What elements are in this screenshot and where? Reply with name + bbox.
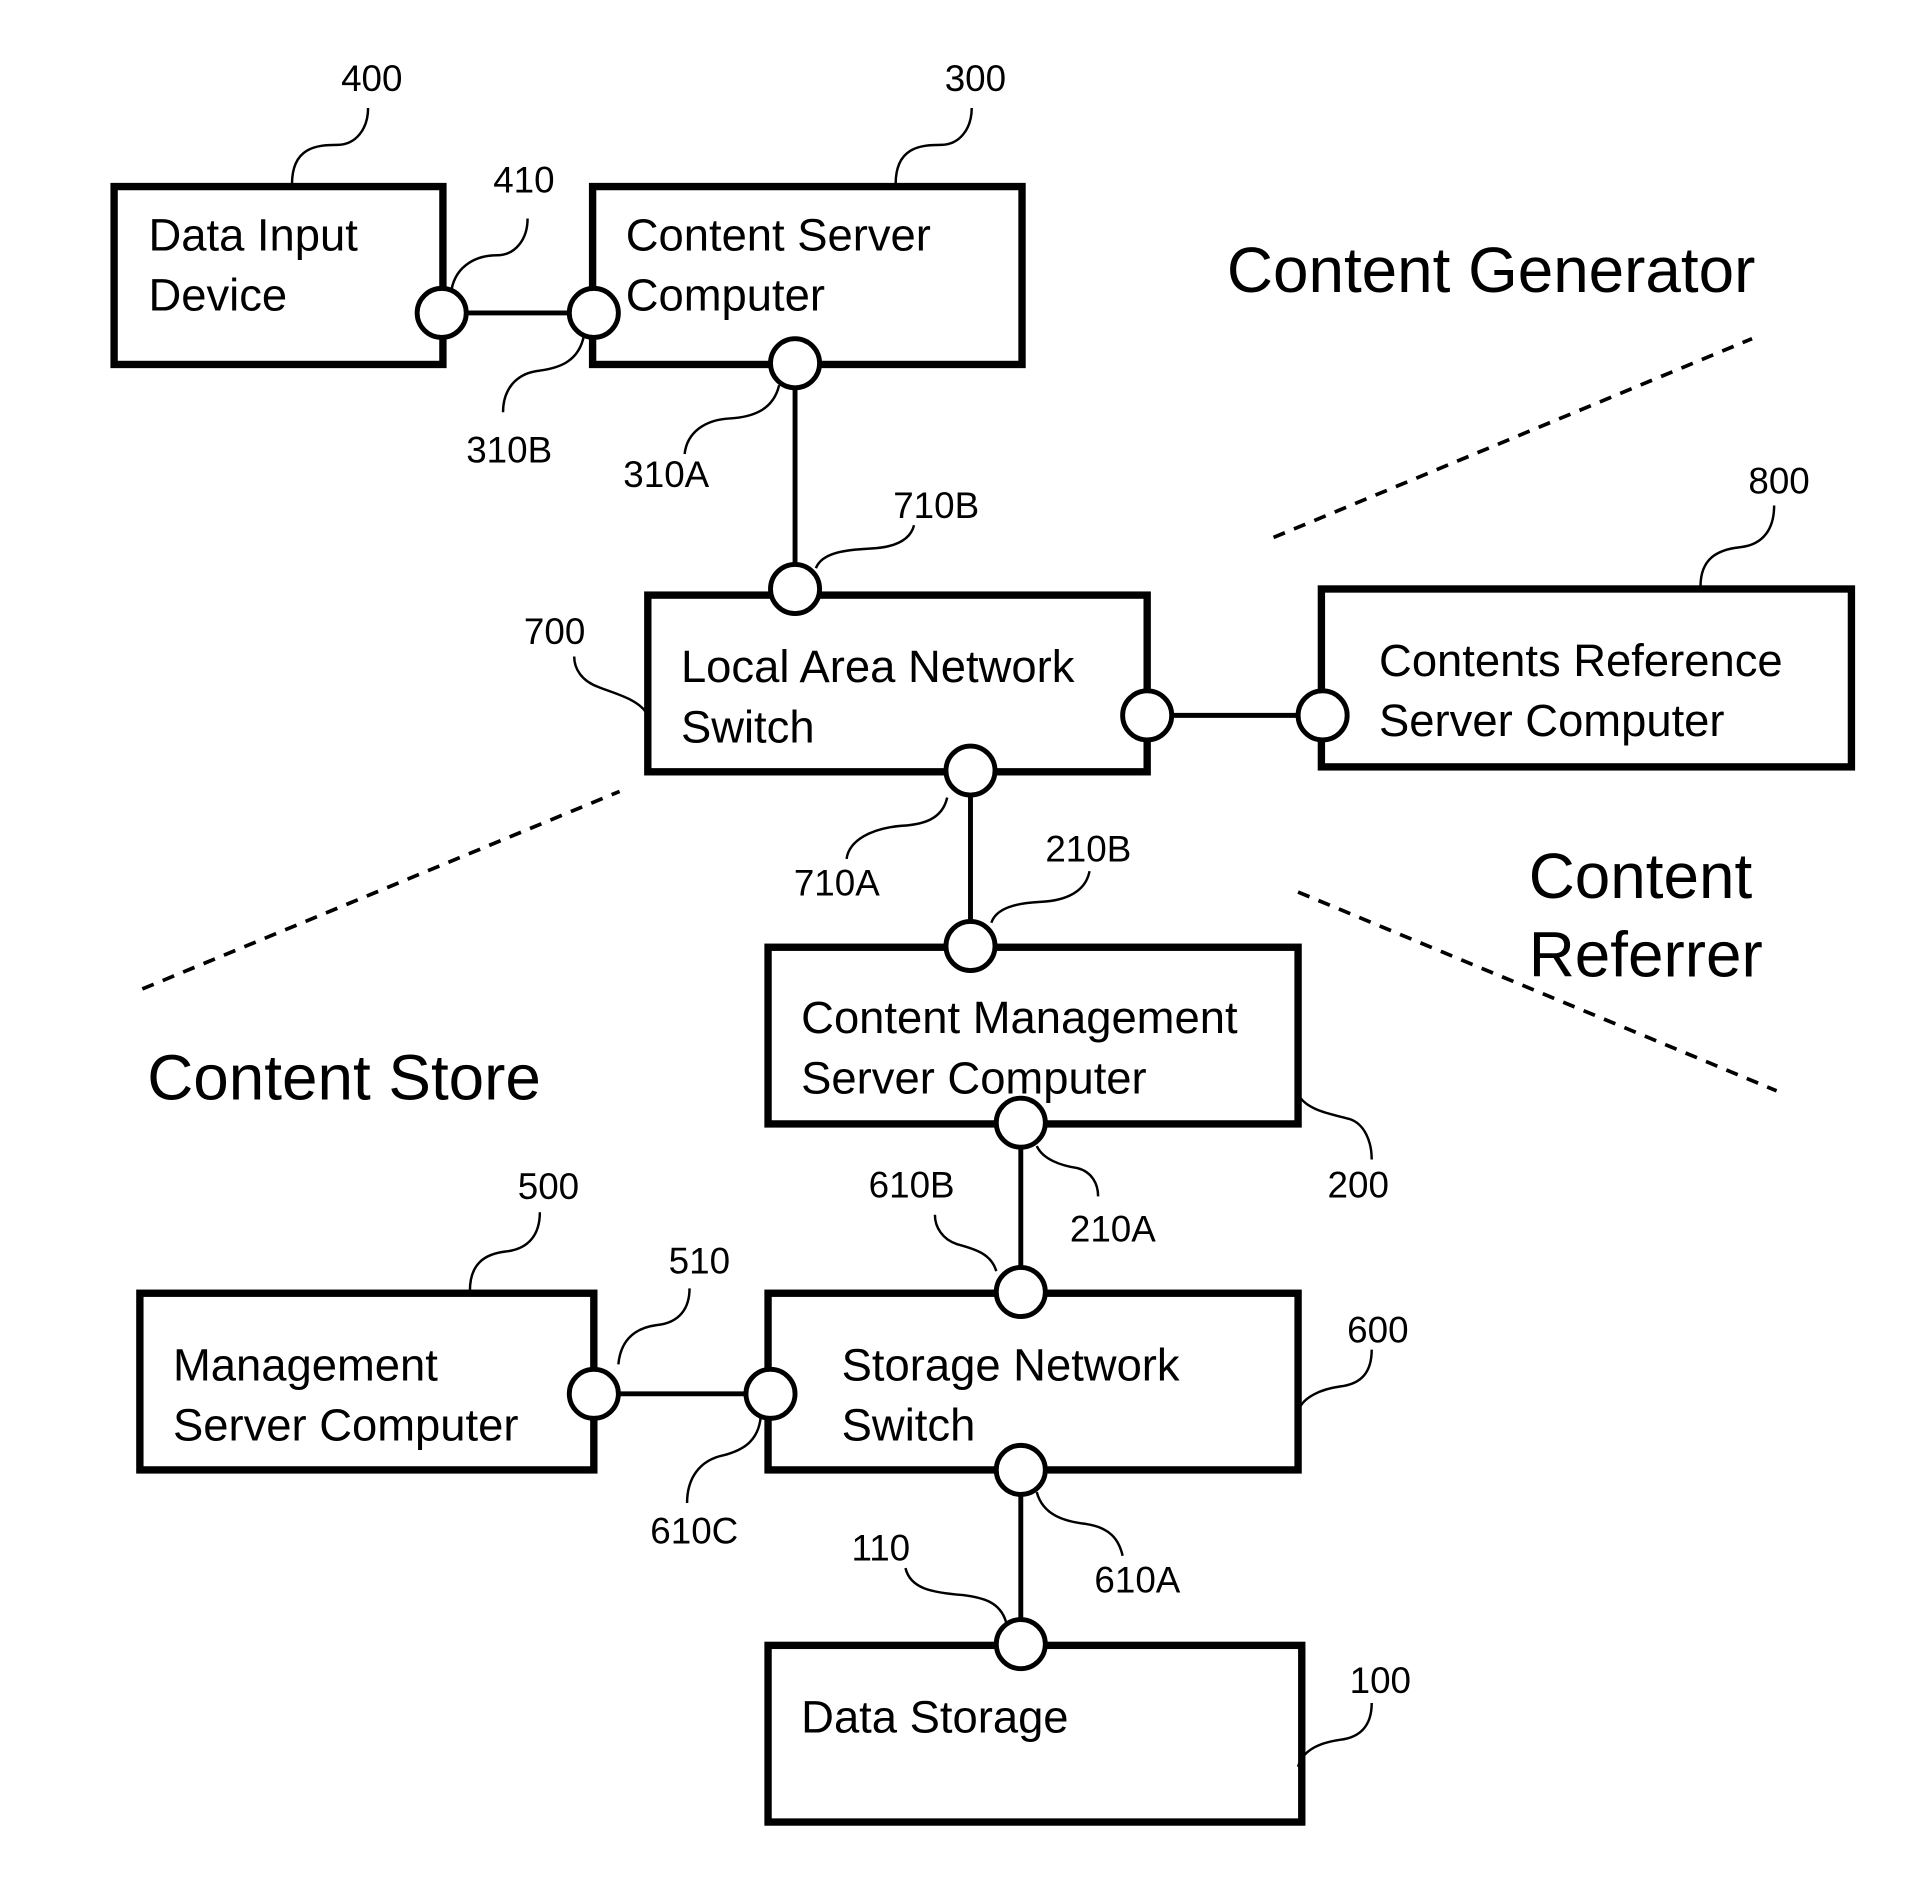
box-label-line1: Management [173, 1339, 438, 1390]
box-label-line1: Storage Network [842, 1339, 1180, 1390]
box-contents-reference-server: Contents Reference Server Computer [1317, 585, 1856, 771]
leader-200 [1297, 1093, 1373, 1160]
box-label-line1: Data Input [148, 209, 358, 260]
box-data-storage: Data Storage [764, 1641, 1306, 1826]
region-label-content-referrer-line2: Referrer [1529, 919, 1763, 991]
leader-510 [617, 1288, 691, 1365]
network-diagram: Content Generator Content Referrer Conte… [110, 58, 1856, 1826]
ref-310A: 310A [623, 454, 709, 495]
port-310A [768, 336, 823, 391]
ref-200: 200 [1328, 1165, 1389, 1206]
region-label-content-referrer-line1: Content [1529, 840, 1753, 912]
ref-100: 100 [1350, 1660, 1411, 1701]
port-210B [943, 919, 998, 974]
leader-300 [894, 108, 973, 185]
box-label-line2: Computer [626, 269, 825, 320]
box-label-line1: Data Storage [801, 1691, 1068, 1742]
port-710B [768, 561, 823, 616]
ref-610A: 610A [1094, 1560, 1180, 1601]
ref-310B: 310B [466, 430, 552, 471]
leader-110 [904, 1567, 1008, 1623]
ref-610C: 610C [650, 1511, 738, 1552]
box-label-line2: Server Computer [173, 1399, 518, 1450]
leader-310B [501, 334, 586, 413]
ref-210B: 210B [1045, 828, 1131, 869]
leader-610A [1035, 1491, 1124, 1557]
box-storage-network-switch: Storage Network Switch [764, 1289, 1302, 1474]
ref-400: 400 [341, 58, 402, 99]
box-label-line2: Server Computer [1379, 695, 1724, 746]
ref-300: 300 [945, 58, 1006, 99]
leader-210B [990, 870, 1091, 924]
box-label-line1: Contents Reference [1379, 635, 1783, 686]
port-610A [993, 1442, 1048, 1497]
ref-610B: 610B [869, 1165, 955, 1206]
port-210A [993, 1095, 1048, 1150]
port-410 [414, 285, 469, 340]
box-label-line2: Server Computer [801, 1052, 1146, 1103]
leader-600 [1296, 1349, 1373, 1412]
ref-710B: 710B [893, 485, 979, 526]
box-lan-switch: Local Area Network Switch [644, 591, 1151, 776]
leader-500 [468, 1212, 542, 1291]
port-610B [993, 1265, 1048, 1320]
leader-100 [1296, 1703, 1373, 1768]
leader-700 [572, 656, 649, 716]
leader-710B [814, 524, 916, 569]
region-label-content-store: Content Store [147, 1041, 541, 1113]
region-label-content-generator: Content Generator [1227, 234, 1755, 306]
leader-210A [1035, 1145, 1100, 1197]
ref-700: 700 [524, 611, 585, 652]
ref-210A: 210A [1070, 1209, 1156, 1250]
port-800-left [1295, 688, 1350, 743]
port-lan-right [1120, 688, 1175, 743]
box-label-line2: Device [148, 269, 287, 320]
leader-410 [450, 218, 529, 290]
box-data-input-device: Data Input Device [110, 182, 447, 369]
divider-generator-store [141, 789, 621, 991]
ref-110: 110 [851, 1528, 910, 1569]
leader-800 [1699, 505, 1776, 587]
ref-410: 410 [493, 160, 554, 201]
port-310B [566, 285, 621, 340]
port-110 [993, 1617, 1048, 1672]
box-label-line2: Switch [681, 701, 815, 752]
port-510 [566, 1366, 621, 1421]
box-content-management-server: Content Management Server Computer [764, 943, 1302, 1128]
ref-800: 800 [1748, 460, 1809, 501]
leader-400 [290, 108, 370, 185]
box-label-line1: Content Management [801, 992, 1238, 1043]
leader-710A [845, 797, 949, 860]
leader-610C [685, 1417, 762, 1504]
ref-600: 600 [1347, 1309, 1408, 1350]
box-management-server: Management Server Computer [136, 1289, 598, 1474]
ref-500: 500 [518, 1166, 579, 1207]
port-710A [943, 743, 998, 798]
divider-generator-referrer [1272, 336, 1753, 540]
box-content-server-computer: Content Server Computer [588, 182, 1026, 369]
box-label-line1: Content Server [626, 209, 931, 260]
leader-610B [933, 1214, 998, 1272]
ref-710A: 710A [794, 863, 880, 904]
ref-510: 510 [669, 1241, 730, 1282]
box-label-line1: Local Area Network [681, 641, 1075, 692]
port-610C [743, 1366, 798, 1421]
leader-310A [683, 385, 781, 455]
box-label-line2: Switch [842, 1399, 976, 1450]
